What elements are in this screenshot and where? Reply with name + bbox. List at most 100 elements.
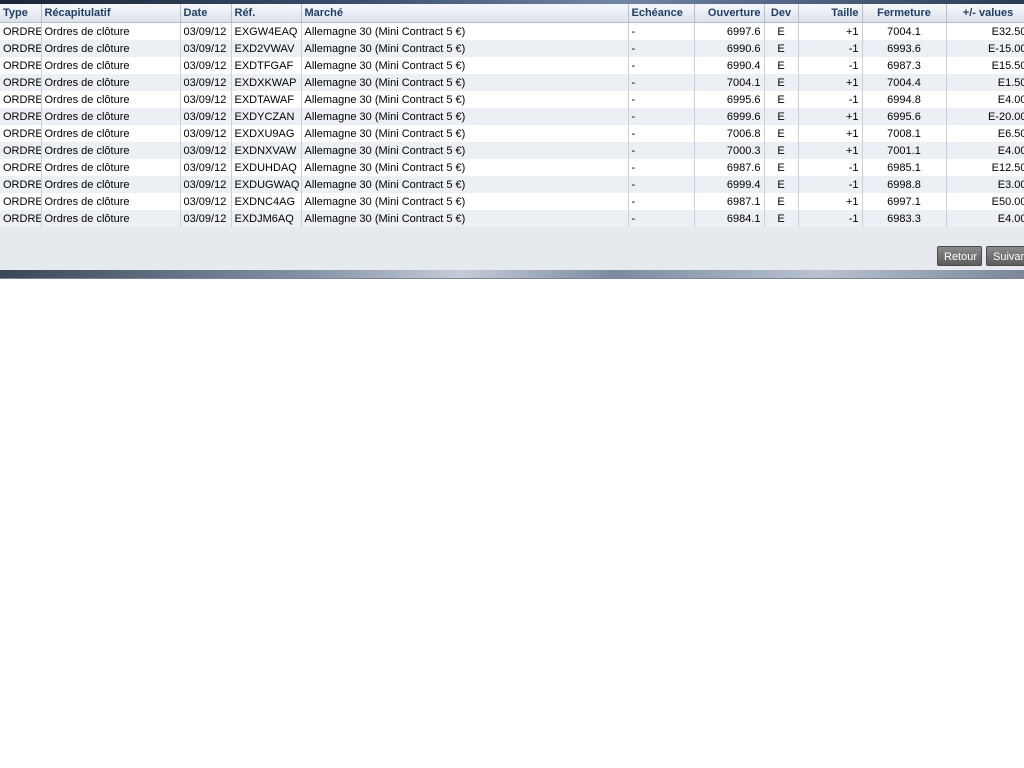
cell-ouverture: 6995.6 <box>694 91 765 108</box>
cell-taille: +1 <box>798 142 863 159</box>
table-row[interactable]: ORDRE Ordres de clôture 03/09/12 EXDXKWAP Al… <box>0 74 1024 91</box>
cell-pl: E15.50 <box>946 57 1024 74</box>
cell-ref: EXDTAWAF <box>231 91 302 108</box>
cell-dev: E <box>764 210 799 227</box>
cell-ref: EXDXKWAP <box>231 74 302 91</box>
col-header-recap[interactable]: Récapitulatif <box>41 4 181 23</box>
cell-date: 03/09/12 <box>180 142 232 159</box>
cell-recap: Ordres de clôture <box>41 74 181 91</box>
cell-echeance: - <box>628 57 695 74</box>
cell-ref: EXDUGWAQ <box>231 176 302 193</box>
cell-recap: Ordres de clôture <box>41 40 181 57</box>
col-header-dev[interactable]: Dev <box>764 4 799 23</box>
cell-marche: Allemagne 30 (Mini Contract 5 €) <box>301 176 629 193</box>
col-header-taille[interactable]: Taille <box>798 4 863 23</box>
cell-fermeture: 6998.8 <box>862 176 947 193</box>
cell-marche: Allemagne 30 (Mini Contract 5 €) <box>301 74 629 91</box>
cell-fermeture: 6985.1 <box>862 159 947 176</box>
cell-recap: Ordres de clôture <box>41 108 181 125</box>
table-row[interactable]: ORDRE Ordres de clôture 03/09/12 EXDUHDAQ Al… <box>0 159 1024 176</box>
cell-echeance: - <box>628 108 695 125</box>
cell-type: ORDRE <box>0 57 42 74</box>
window-bottom-border <box>0 270 1024 279</box>
cell-recap: Ordres de clôture <box>41 176 181 193</box>
col-header-ref[interactable]: Réf. <box>231 4 302 23</box>
pagination-bar: Retour Suivant <box>0 246 1024 268</box>
cell-marche: Allemagne 30 (Mini Contract 5 €) <box>301 159 629 176</box>
cell-recap: Ordres de clôture <box>41 210 181 227</box>
table-row[interactable]: ORDRE Ordres de clôture 03/09/12 EXDNXVAW Al… <box>0 142 1024 159</box>
cell-echeance: - <box>628 176 695 193</box>
col-header-date[interactable]: Date <box>180 4 232 23</box>
back-button[interactable]: Retour <box>937 246 982 266</box>
cell-type: ORDRE <box>0 159 42 176</box>
table-row[interactable]: ORDRE Ordres de clôture 03/09/12 EXDTFGAF Al… <box>0 57 1024 74</box>
cell-ref: EXDTFGAF <box>231 57 302 74</box>
cell-type: ORDRE <box>0 74 42 91</box>
cell-recap: Ordres de clôture <box>41 22 181 40</box>
col-header-type[interactable]: Type <box>0 4 42 23</box>
cell-type: ORDRE <box>0 210 42 227</box>
cell-dev: E <box>764 22 799 40</box>
cell-ouverture: 6990.6 <box>694 40 765 57</box>
cell-dev: E <box>764 159 799 176</box>
cell-ref: EXDXU9AG <box>231 125 302 142</box>
col-header-fermeture[interactable]: Fermeture <box>862 4 947 23</box>
cell-taille: -1 <box>798 57 863 74</box>
cell-dev: E <box>764 91 799 108</box>
cell-dev: E <box>764 108 799 125</box>
cell-marche: Allemagne 30 (Mini Contract 5 €) <box>301 193 629 210</box>
cell-pl: E12.50 <box>946 159 1024 176</box>
cell-ouverture: 6999.6 <box>694 108 765 125</box>
table-row[interactable]: ORDRE Ordres de clôture 03/09/12 EXDXU9AG Al… <box>0 125 1024 142</box>
cell-ref: EXDUHDAQ <box>231 159 302 176</box>
cell-pl: E3.00 <box>946 176 1024 193</box>
cell-dev: E <box>764 193 799 210</box>
cell-date: 03/09/12 <box>180 108 232 125</box>
cell-taille: +1 <box>798 74 863 91</box>
cell-taille: -1 <box>798 40 863 57</box>
col-header-echeance[interactable]: Echéance <box>628 4 695 23</box>
cell-taille: -1 <box>798 176 863 193</box>
table-row[interactable]: ORDRE Ordres de clôture 03/09/12 EXDTAWAF Al… <box>0 91 1024 108</box>
cell-echeance: - <box>628 22 695 40</box>
cell-pl: E4.00 <box>946 142 1024 159</box>
cell-recap: Ordres de clôture <box>41 91 181 108</box>
cell-fermeture: 7004.4 <box>862 74 947 91</box>
cell-fermeture: 7001.1 <box>862 142 947 159</box>
cell-marche: Allemagne 30 (Mini Contract 5 €) <box>301 142 629 159</box>
cell-type: ORDRE <box>0 108 42 125</box>
cell-fermeture: 7004.1 <box>862 22 947 40</box>
col-header-pl[interactable]: +/- values <box>946 4 1024 23</box>
cell-pl: E50.00 <box>946 193 1024 210</box>
col-header-ouverture[interactable]: Ouverture <box>694 4 765 23</box>
cell-recap: Ordres de clôture <box>41 193 181 210</box>
cell-fermeture: 7008.1 <box>862 125 947 142</box>
cell-taille: +1 <box>798 125 863 142</box>
cell-date: 03/09/12 <box>180 91 232 108</box>
cell-ouverture: 7006.8 <box>694 125 765 142</box>
table-header-row: Type Récapitulatif Date Réf. Marché Eché… <box>0 4 1024 23</box>
cell-date: 03/09/12 <box>180 176 232 193</box>
cell-ouverture: 7000.3 <box>694 142 765 159</box>
cell-marche: Allemagne 30 (Mini Contract 5 €) <box>301 108 629 125</box>
cell-fermeture: 6995.6 <box>862 108 947 125</box>
cell-dev: E <box>764 176 799 193</box>
col-header-marche[interactable]: Marché <box>301 4 629 23</box>
table-row[interactable]: ORDRE Ordres de clôture 03/09/12 EXDNC4AG Al… <box>0 193 1024 210</box>
table-row[interactable]: ORDRE Ordres de clôture 03/09/12 EXDUGWAQ Al… <box>0 176 1024 193</box>
cell-dev: E <box>764 74 799 91</box>
table-row[interactable]: ORDRE Ordres de clôture 03/09/12 EXD2VWAV Al… <box>0 40 1024 57</box>
table-row[interactable]: ORDRE Ordres de clôture 03/09/12 EXDJM6AQ Al… <box>0 210 1024 227</box>
cell-taille: -1 <box>798 91 863 108</box>
cell-echeance: - <box>628 74 695 91</box>
table-row[interactable]: ORDRE Ordres de clôture 03/09/12 EXGW4EAQ Al… <box>0 22 1024 40</box>
trade-history-panel: Type Récapitulatif Date Réf. Marché Eché… <box>0 4 1024 270</box>
cell-echeance: - <box>628 193 695 210</box>
cell-fermeture: 6994.8 <box>862 91 947 108</box>
cell-recap: Ordres de clôture <box>41 57 181 74</box>
table-row[interactable]: ORDRE Ordres de clôture 03/09/12 EXDYCZAN Al… <box>0 108 1024 125</box>
cell-ouverture: 6990.4 <box>694 57 765 74</box>
cell-pl: E1.50 <box>946 74 1024 91</box>
next-button[interactable]: Suivant <box>986 246 1024 266</box>
